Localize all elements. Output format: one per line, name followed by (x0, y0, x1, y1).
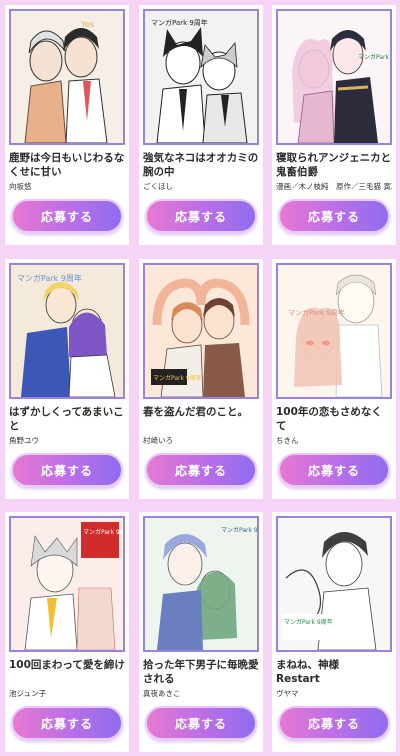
entry-card[interactable]: マンガPark 9周年 拾った年下男子に毎晩愛される 真夜あきこ 応募する (139, 512, 263, 752)
apply-button[interactable]: 応募する (145, 706, 257, 740)
manga-illustration-blush-icon[interactable]: マンガPark 9周年 (276, 263, 392, 399)
badge-text: マンガPark 9周年 (284, 618, 333, 626)
entry-card[interactable]: マンガPark 9周年 100回まわって愛を締け 池ジュン子 応募する (5, 512, 129, 752)
manga-illustration-green-couple-icon[interactable]: マンガPark 9周年 (143, 516, 259, 652)
entry-title: 春を盗んだ君のこと。 (143, 406, 248, 418)
entry-card[interactable]: マンガPark 9周年 春を盗んだ君のこと。 村崎いろ 応募する (139, 259, 263, 499)
entry-card[interactable]: マンガPark 9周年 寝取られアンジェニカと鬼畜伯爵 漫画／木ノ枝純 原作／三… (272, 5, 396, 245)
entry-title: はずかしくってあまいこと (9, 406, 124, 432)
entry-card[interactable]: マンガPark 9周年 100年の恋もさめなくて ちきん 応募する (272, 259, 396, 499)
apply-button[interactable]: 応募する (11, 199, 123, 233)
entry-title: 100年の恋もさめなくて (276, 406, 382, 432)
entry-title: 鹿野は今日もいじわるなくせに甘い (9, 152, 125, 178)
entry-author: 向坂悠 (9, 182, 32, 191)
entry-title: 寝取られアンジェニカと鬼畜伯爵 (276, 152, 392, 178)
manga-illustration-wolf-cat-icon[interactable]: マンガPark 9周年 (143, 9, 259, 145)
entry-card[interactable]: Yes 鹿野は今日もいじわるなくせに甘い 向坂悠 応募する (5, 5, 129, 245)
manga-illustration-embrace-icon[interactable]: マンガPark 9周年 (9, 263, 125, 399)
entry-title: 拾った年下男子に毎晩愛される (143, 659, 259, 685)
entry-card[interactable]: マンガPark 9周年 まねね、神様 Restart ヴヤマ 応募する (272, 512, 396, 752)
entry-author: 真夜あきこ (143, 689, 181, 698)
entry-card[interactable]: マンガPark 9周年 はずかしくってあまいこと 角野ユウ 応募する (5, 259, 129, 499)
manga-illustration-god-icon[interactable]: マンガPark 9周年 (276, 516, 392, 652)
badge-text: マンガPark 9周年 (288, 308, 345, 317)
entry-author: ごくほし (143, 182, 173, 191)
entry-author: 村崎いろ (143, 436, 173, 445)
entry-author: 漫画／木ノ枝純 原作／三毛猫 寅次 (276, 182, 392, 191)
apply-button[interactable]: 応募する (278, 453, 390, 487)
badge-text: マンガPark 9周年 (83, 528, 123, 536)
badge-text: マンガPark 9周年 (17, 273, 82, 283)
apply-button[interactable]: 応募する (11, 453, 123, 487)
manga-illustration-heart-hands-icon[interactable]: マンガPark 9周年 (143, 263, 259, 399)
apply-button[interactable]: 応募する (145, 453, 257, 487)
manga-illustration-red-couple-icon[interactable]: マンガPark 9周年 (9, 516, 125, 652)
apply-button[interactable]: 応募する (278, 199, 390, 233)
entry-author: ヴヤマ (276, 689, 299, 698)
apply-button[interactable]: 応募する (278, 706, 390, 740)
manga-illustration-couple-icon[interactable]: Yes (9, 9, 125, 145)
entry-card[interactable]: マンガPark 9周年 強気なネコはオオカミの腕の中 ごくほし 応募する (139, 5, 263, 245)
entry-author: ちきん (276, 436, 299, 445)
entry-title: 100回まわって愛を締け (9, 659, 125, 671)
badge-text: マンガPark 9周年 (221, 526, 257, 534)
entry-author: 池ジュン子 (9, 689, 46, 698)
svg-text:Yes: Yes (80, 20, 94, 29)
entry-author: 角野ユウ (9, 436, 39, 445)
apply-button[interactable]: 応募する (11, 706, 123, 740)
manga-illustration-princess-earl-icon[interactable]: マンガPark 9周年 (276, 9, 392, 145)
entry-grid: Yes 鹿野は今日もいじわるなくせに甘い 向坂悠 応募する マンガPark 9周… (0, 0, 400, 756)
badge-text: マンガPark 9周年 (153, 374, 202, 382)
entry-title: まねね、神様 Restart (276, 659, 350, 685)
badge-text: マンガPark 9周年 (358, 53, 390, 61)
apply-button[interactable]: 応募する (145, 199, 257, 233)
entry-title: 強気なネコはオオカミの腕の中 (143, 152, 259, 178)
badge-text: マンガPark 9周年 (151, 18, 208, 27)
